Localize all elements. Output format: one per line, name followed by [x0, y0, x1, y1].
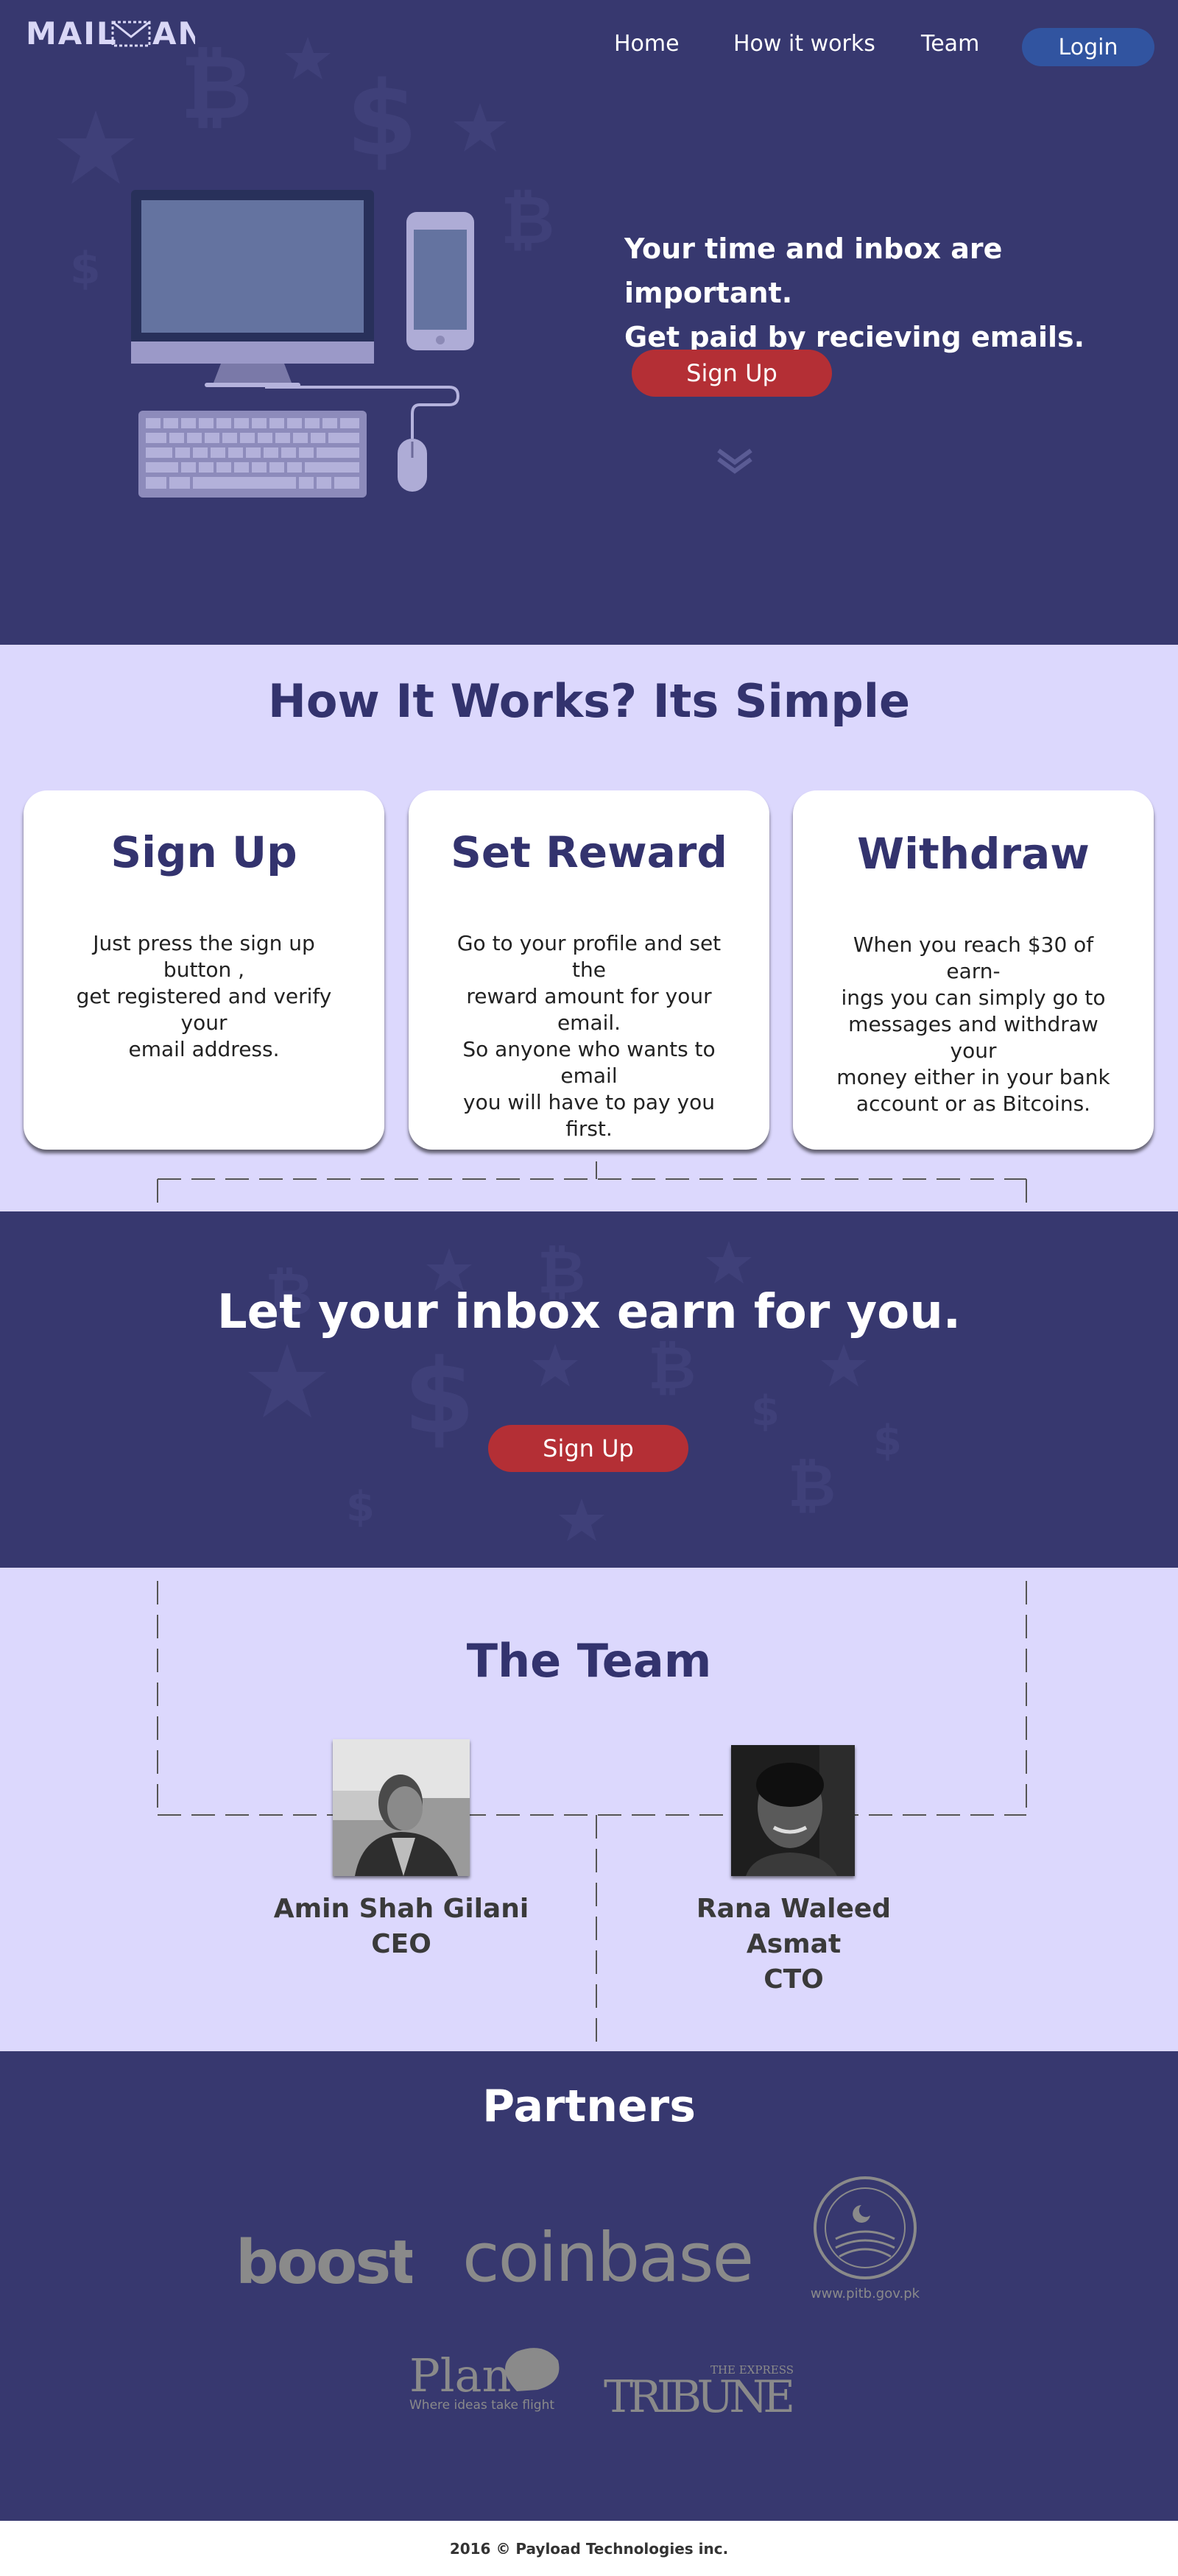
team-member-cto: Rana Waleed Asmat CTO	[646, 1892, 941, 1998]
card-text-line: ings you can simply go to	[841, 986, 1106, 1010]
card-text-line: Just press the sign up button ,	[93, 931, 315, 982]
team-member-ceo: Amin Shah Gilani CEO	[254, 1892, 549, 1962]
card-text-line: you will have to pay you first.	[463, 1090, 715, 1141]
plan9-logo[interactable]: Plan Where ideas take flight	[406, 2344, 568, 2418]
svg-text:₿: ₿	[648, 1334, 696, 1402]
team-section: The Team Amin Shah Gilani CEO Rana Walee…	[0, 1568, 1178, 2051]
nav-team-link[interactable]: Team	[921, 31, 979, 57]
dashed-connector	[157, 1161, 1027, 1211]
cta-signup-button[interactable]: Sign Up	[488, 1425, 688, 1472]
nav-home-link[interactable]: Home	[614, 31, 680, 57]
card-text-line: account or as Bitcoins.	[856, 1091, 1091, 1116]
rana-waleed-asmat-photo	[731, 1745, 855, 1876]
svg-text:MAIL: MAIL	[26, 15, 118, 52]
coinbase-logo[interactable]: coinbase	[462, 2218, 757, 2299]
member-name: Rana Waleed Asmat	[696, 1894, 892, 1959]
coinbase-logo-text: coinbase	[462, 2218, 752, 2297]
pitb-seal-logo[interactable]: www.pitb.gov.pk	[803, 2173, 928, 2301]
member-name: Amin Shah Gilani	[273, 1894, 529, 1924]
cta-title: Let your inbox earn for you.	[216, 1285, 962, 1340]
svg-text:$: $	[873, 1417, 902, 1465]
plan-logo-text: Plan	[409, 2349, 511, 2402]
hero-signup-button[interactable]: Sign Up	[632, 350, 832, 397]
double-chevron-down-icon[interactable]	[716, 446, 754, 475]
card-text-line: get registered and verify your	[76, 984, 332, 1035]
member-role: CTO	[763, 1964, 824, 1995]
how-it-works-title: How It Works? Its Simple	[267, 674, 911, 728]
card-title: Set Reward	[451, 827, 727, 877]
amin-shah-gilani-photo	[333, 1739, 470, 1876]
svg-text:AN: AN	[152, 15, 195, 52]
pitb-url-text: www.pitb.gov.pk	[811, 2286, 920, 2301]
card-text-line: email address.	[128, 1037, 280, 1061]
partners-section: Partners boost coinbase www.pitb.gov.pk …	[0, 2051, 1178, 2521]
svg-text:$: $	[70, 243, 101, 294]
svg-text:$: $	[403, 1337, 475, 1457]
nav-how-it-works-link[interactable]: How it works	[733, 31, 875, 57]
svg-text:$: $	[751, 1387, 780, 1435]
footer-copyright: 2016 © Payload Technologies inc.	[449, 2540, 729, 2558]
hero-headline-line1: Your time and inbox are important.	[624, 233, 1003, 309]
svg-text:$: $	[346, 60, 417, 180]
card-withdraw: Withdraw When you reach $30 of earn- ing…	[793, 790, 1154, 1150]
login-button[interactable]: Login	[1022, 28, 1154, 66]
card-text-line: Go to your profile and set the	[456, 931, 722, 982]
express-tribune-logo[interactable]: THE EXPRESS TRIBUNE	[604, 2360, 803, 2419]
how-it-works-section: How It Works? Its Simple Sign Up Just pr…	[0, 645, 1178, 1211]
footer: 2016 © Payload Technologies inc.	[0, 2521, 1178, 2576]
card-text: When you reach $30 of earn- ings you can…	[833, 932, 1113, 1117]
svg-text:₿: ₿	[788, 1451, 836, 1520]
card-text: Just press the sign up button , get regi…	[64, 930, 344, 1063]
cta-section: ₿ ₿ ₿ ₿ $ $ $ $ Let your inbox earn for …	[0, 1211, 1178, 1568]
team-title: The Team	[466, 1634, 712, 1688]
card-title: Sign Up	[110, 827, 297, 877]
card-title: Withdraw	[857, 829, 1090, 879]
card-sign-up: Sign Up Just press the sign up button , …	[24, 790, 384, 1150]
card-text-line: When you reach $30 of earn-	[853, 933, 1094, 983]
currency-background-pattern: ₿ ₿ ₿ ₿ $ $ $ $	[248, 1238, 902, 1541]
hero-headline: Your time and inbox are important. Get p…	[624, 227, 1140, 359]
plan-tagline-text: Where ideas take flight	[409, 2398, 554, 2413]
svg-text:₿: ₿	[501, 182, 554, 259]
mailman-logo[interactable]: MAIL AN	[26, 15, 195, 53]
card-text-line: reward amount for your email.	[466, 984, 712, 1035]
hero-section: ₿ $ ₿ $ MAIL AN Home How it works Team L…	[0, 0, 1178, 645]
card-set-reward: Set Reward Go to your profile and set th…	[409, 790, 769, 1150]
card-text: Go to your profile and set the reward am…	[449, 930, 729, 1142]
computer-illustration	[131, 190, 474, 498]
boost-logo[interactable]: boost	[236, 2224, 412, 2305]
svg-text:$: $	[346, 1483, 375, 1531]
tribune-text: TRIBUNE	[604, 2371, 795, 2419]
member-role: CEO	[371, 1929, 431, 1959]
card-text-line: money either in your bank	[836, 1065, 1110, 1089]
card-text-line: So anyone who wants to email	[462, 1037, 716, 1088]
card-text-line: messages and withdraw your	[848, 1012, 1098, 1063]
boost-logo-text: boost	[236, 2228, 412, 2298]
partners-title: Partners	[482, 2081, 696, 2132]
